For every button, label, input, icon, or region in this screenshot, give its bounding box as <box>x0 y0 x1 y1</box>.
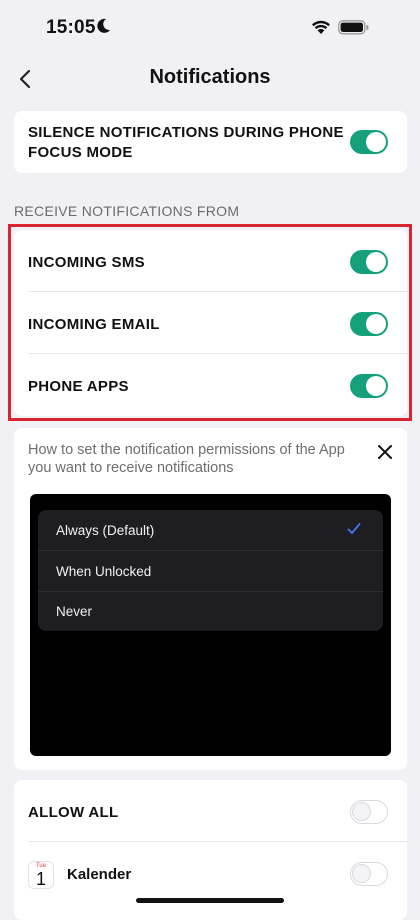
allow-all-label: ALLOW ALL <box>28 804 119 821</box>
permission-help-card: How to set the notification permissions … <box>14 428 407 770</box>
highlight-frame <box>8 224 412 421</box>
calendar-app-icon: Tue 1 <box>28 861 54 889</box>
menu-item-label: Always (Default) <box>56 523 155 538</box>
focus-mode-card: SILENCE NOTIFICATIONS DURING PHONE FOCUS… <box>14 111 407 173</box>
focus-mode-toggle[interactable] <box>350 130 388 154</box>
moon-icon <box>97 18 110 33</box>
allow-all-row[interactable]: ALLOW ALL <box>14 780 407 842</box>
calendar-icon-date: 1 <box>35 869 46 889</box>
focus-mode-label-line1: SILENCE NOTIFICATIONS DURING PHONE <box>28 124 344 141</box>
menu-item-always[interactable]: Always (Default) <box>38 510 383 550</box>
status-time: 15:05 <box>46 17 96 38</box>
menu-item-label: When Unlocked <box>56 564 152 579</box>
status-bar: 15:05 <box>0 0 420 56</box>
receive-section-header: RECEIVE NOTIFICATIONS FROM <box>14 203 240 219</box>
nav-bar: Notifications <box>0 56 420 100</box>
permission-preview: Always (Default) When Unlocked Never <box>30 494 391 756</box>
permission-menu: Always (Default) When Unlocked Never <box>38 510 383 631</box>
battery-icon <box>338 20 369 35</box>
checkmark-icon <box>347 523 361 534</box>
menu-item-when-unlocked[interactable]: When Unlocked <box>38 551 383 591</box>
allow-all-toggle[interactable] <box>350 800 388 824</box>
menu-item-label: Never <box>56 604 93 619</box>
kalender-toggle[interactable] <box>350 862 388 886</box>
app-row-kalender[interactable]: Tue 1 Kalender <box>14 842 407 904</box>
app-name-kalender: Kalender <box>67 866 132 883</box>
permission-help-text: How to set the notification permissions … <box>28 442 345 476</box>
focus-mode-label: SILENCE NOTIFICATIONS DURING PHONE FOCUS… <box>28 123 344 163</box>
home-indicator <box>136 898 284 903</box>
close-icon[interactable] <box>377 444 393 460</box>
menu-item-never[interactable]: Never <box>38 591 383 631</box>
focus-mode-label-line2: FOCUS MODE <box>28 144 133 161</box>
page-title: Notifications <box>149 66 271 88</box>
wifi-icon <box>312 20 330 34</box>
